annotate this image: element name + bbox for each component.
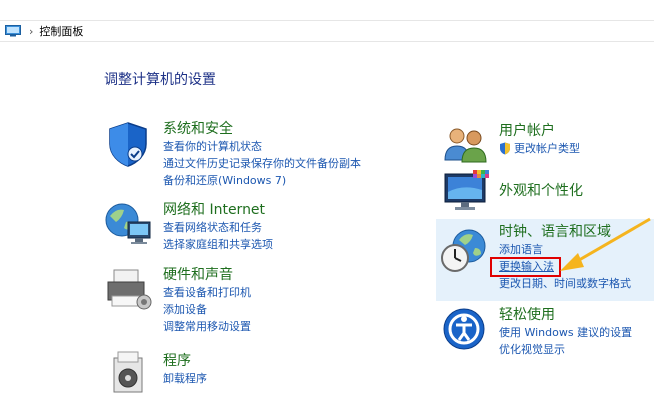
network-globe-icon — [105, 203, 151, 244]
link-change-account-type[interactable]: 更改帐户类型 — [499, 140, 580, 157]
category-title[interactable]: 程序 — [163, 352, 207, 370]
link-backup-restore[interactable]: 备份和还原(Windows 7) — [163, 172, 361, 189]
chevron-right-icon: › — [29, 24, 34, 38]
annotation-red-box — [490, 257, 561, 277]
link-change-date-time-format[interactable]: 更改日期、时间或数字格式 — [499, 275, 631, 292]
link-label[interactable]: 更改帐户类型 — [514, 140, 580, 157]
address-bar[interactable]: › 控制面板 — [0, 20, 654, 42]
category-title[interactable]: 系统和安全 — [163, 120, 361, 138]
link-recommended-settings[interactable]: 使用 Windows 建议的设置 — [499, 324, 632, 341]
programs-icon — [113, 351, 143, 393]
category-title[interactable]: 硬件和声音 — [163, 266, 251, 284]
category-title[interactable]: 网络和 Internet — [163, 201, 273, 219]
category-title[interactable]: 用户帐户 — [499, 122, 580, 140]
page-title: 调整计算机的设置 — [104, 72, 216, 88]
category-title[interactable]: 外观和个性化 — [499, 182, 583, 200]
users-icon — [444, 128, 487, 163]
category-programs: 程序 卸载程序 — [163, 352, 207, 387]
link-file-history[interactable]: 通过文件历史记录保存你的文件备份副本 — [163, 155, 361, 172]
link-uninstall[interactable]: 卸载程序 — [163, 370, 207, 387]
link-add-device[interactable]: 添加设备 — [163, 301, 251, 318]
category-user-accounts: 用户帐户 更改帐户类型 — [499, 122, 580, 157]
link-devices-printers[interactable]: 查看设备和打印机 — [163, 284, 251, 301]
link-mobility-settings[interactable]: 调整常用移动设置 — [163, 318, 251, 335]
shield-icon — [109, 122, 147, 167]
category-hardware-sound: 硬件和声音 查看设备和打印机 添加设备 调整常用移动设置 — [163, 266, 251, 335]
clock-globe-icon — [441, 229, 486, 272]
link-optimize-visual[interactable]: 优化视觉显示 — [499, 341, 632, 358]
uac-shield-icon — [500, 142, 510, 155]
category-title[interactable]: 轻松使用 — [499, 306, 632, 324]
control-panel-icon — [5, 25, 21, 37]
ease-of-access-icon — [443, 308, 485, 350]
breadcrumb-control-panel[interactable]: 控制面板 — [39, 23, 83, 39]
link-view-status[interactable]: 查看你的计算机状态 — [163, 138, 361, 155]
category-appearance: 外观和个性化 — [499, 182, 583, 200]
link-homegroup[interactable]: 选择家庭组和共享选项 — [163, 236, 273, 253]
annotation-arrow-icon — [560, 217, 651, 271]
link-network-status[interactable]: 查看网络状态和任务 — [163, 219, 273, 236]
monitor-icon — [444, 170, 489, 210]
category-ease-of-access: 轻松使用 使用 Windows 建议的设置 优化视觉显示 — [499, 306, 632, 358]
category-system-security: 系统和安全 查看你的计算机状态 通过文件历史记录保存你的文件备份副本 备份和还原… — [163, 120, 361, 189]
window-top — [0, 0, 654, 20]
category-network-internet: 网络和 Internet 查看网络状态和任务 选择家庭组和共享选项 — [163, 201, 273, 253]
printer-icon — [107, 269, 152, 310]
